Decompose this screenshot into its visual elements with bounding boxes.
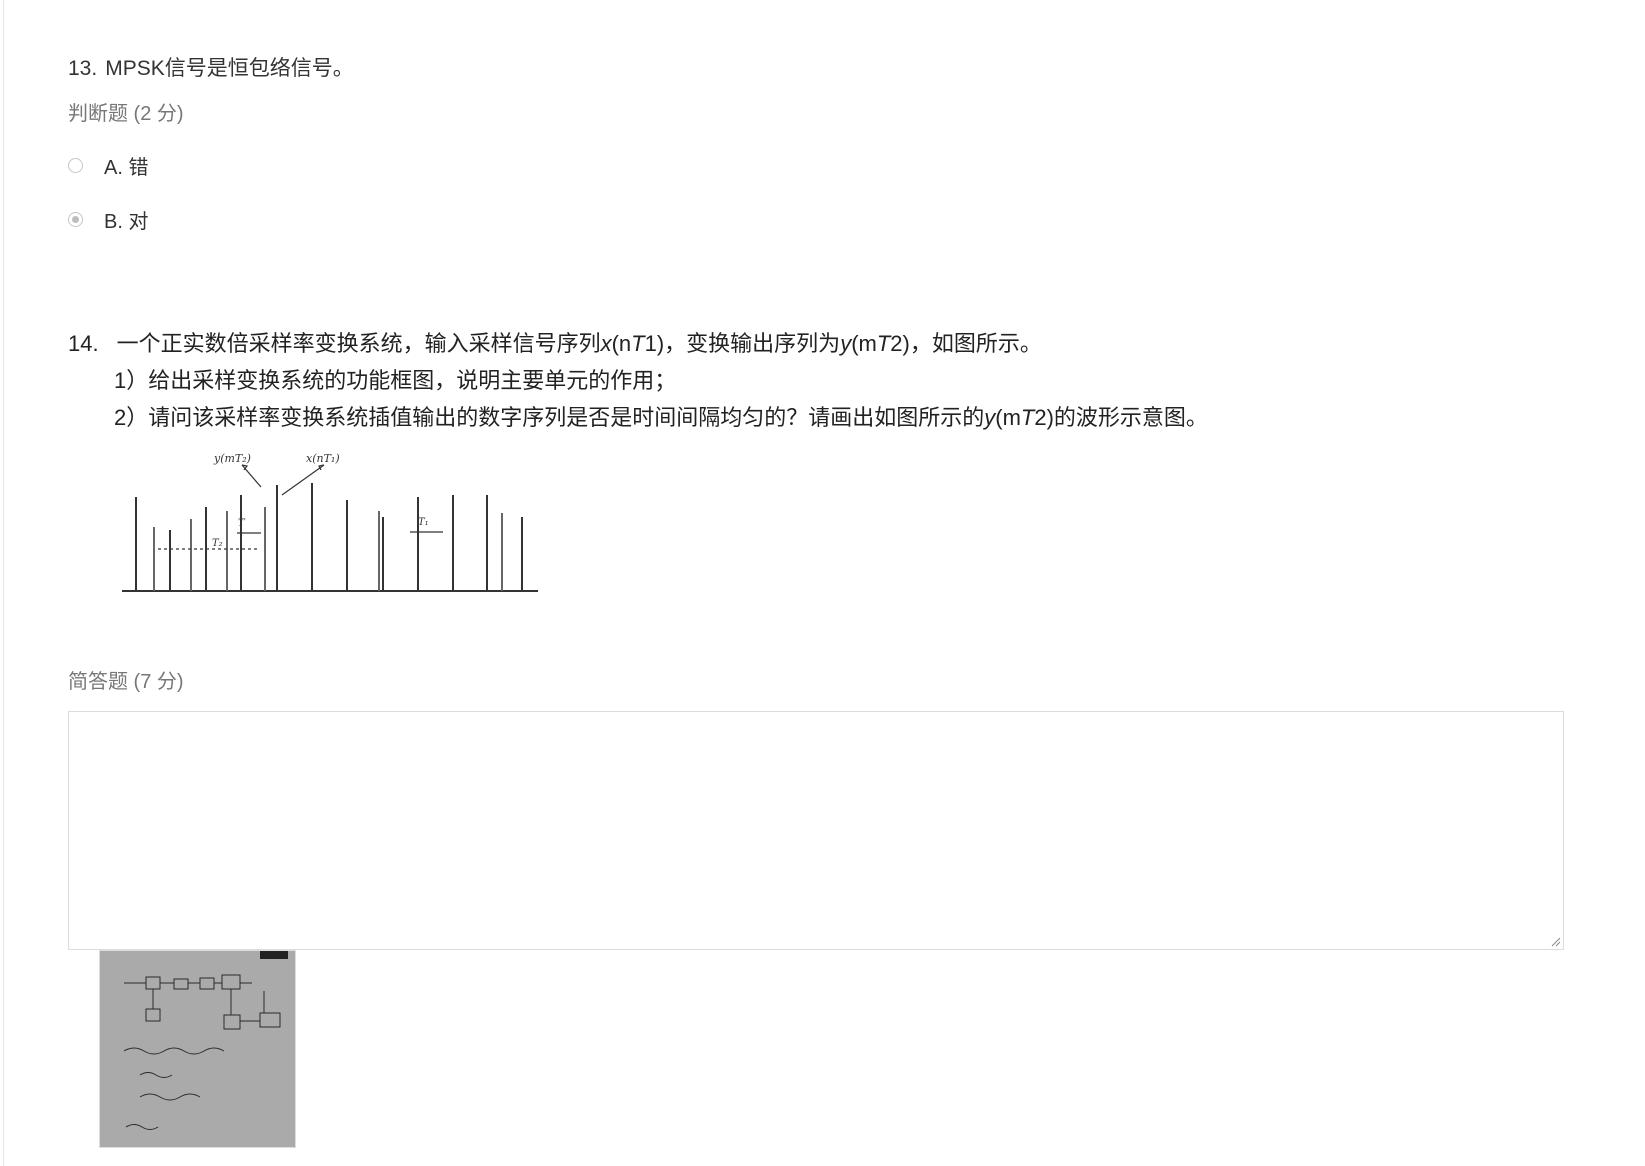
- question-13-text: MPSK信号是恒包络信号。: [105, 57, 354, 80]
- radio-option-b[interactable]: [68, 211, 83, 227]
- q14-line1-T2: T: [876, 331, 891, 356]
- q14-line3-text-e: 2)的波形示意图。: [1034, 405, 1208, 430]
- q14-line1-text-i: 2)，如图所示。: [890, 331, 1042, 356]
- figure-label-t: T: [238, 518, 246, 529]
- figure-label-t2: T₂: [212, 538, 223, 549]
- figure-label-y: y(mT₂): [213, 452, 251, 465]
- question-13-title: 13. MPSK信号是恒包络信号。: [68, 52, 354, 82]
- option-a-label: A. 错: [104, 156, 149, 179]
- option-a[interactable]: A. 错: [68, 153, 149, 179]
- q14-line3-text-a: 2）请问该采样率变换系统插值输出的数字序列是否是时间间隔均匀的？请画出如图所示的: [114, 405, 985, 430]
- figure-label-t1: T₁: [418, 517, 429, 528]
- handwritten-answer-image: [100, 951, 295, 1147]
- question-14-line-2: 1）给出采样变换系统的功能框图，说明主要单元的作用；: [114, 368, 677, 393]
- q14-line3-T2: T: [1020, 405, 1035, 430]
- question-14-number: 14.: [68, 331, 99, 356]
- q14-line1-y: y: [840, 331, 852, 356]
- q14-line3-c: (m: [995, 405, 1021, 430]
- question-14-line-3: 2）请问该采样率变换系统插值输出的数字序列是否是时间间隔均匀的？请画出如图所示的…: [114, 400, 1208, 432]
- q14-line1-text-e: 1)，变换输出序列为: [644, 331, 841, 356]
- figure-label-x: x(nT₁): [306, 452, 340, 465]
- q14-line1-x: x: [600, 331, 612, 356]
- page-left-border: [3, 0, 4, 1166]
- q14-line1-g: (m: [851, 331, 877, 356]
- q14-line1-text-a: 一个正实数倍采样率变换系统，输入采样信号序列: [116, 331, 601, 356]
- option-b[interactable]: B. 对: [68, 207, 149, 233]
- question-13-number: 13.: [68, 57, 98, 80]
- q14-line1-c: (n: [611, 331, 632, 356]
- attachment-thumbnail[interactable]: [99, 950, 296, 1148]
- q14-line3-y: y: [984, 405, 996, 430]
- radio-option-a[interactable]: [68, 157, 83, 173]
- option-b-label: B. 对: [104, 210, 149, 233]
- question-14-type: 简答题 (7 分): [68, 671, 184, 693]
- q14-line1-T1: T: [631, 331, 645, 356]
- question-14-line-1: 14. 一个正实数倍采样率变换系统，输入采样信号序列x(nT1)，变换输出序列为y…: [68, 326, 1042, 358]
- sampling-figure: y(mT₂) x(nT₁) T T₂ T₁: [122, 452, 538, 592]
- question-13-type: 判断题 (2 分): [68, 103, 184, 125]
- answer-textarea[interactable]: [68, 711, 1564, 950]
- resize-handle-icon[interactable]: [1549, 935, 1561, 947]
